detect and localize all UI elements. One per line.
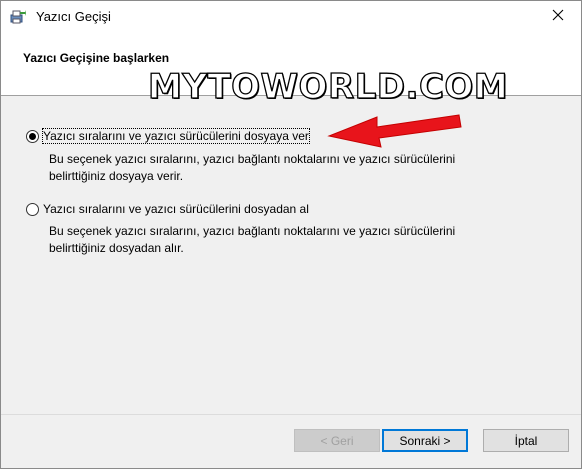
back-button[interactable]: < Geri	[294, 429, 380, 452]
option-export-label[interactable]: Yazıcı sıralarını ve yazıcı sürücülerini…	[42, 128, 310, 144]
radio-export[interactable]	[26, 129, 39, 143]
option-import[interactable]: Yazıcı sıralarını ve yazıcı sürücülerini…	[26, 202, 309, 216]
radio-import[interactable]	[26, 202, 39, 216]
option-export[interactable]: Yazıcı sıralarını ve yazıcı sürücülerini…	[26, 128, 310, 144]
option-import-description: Bu seçenek yazıcı sıralarını, yazıcı bağ…	[49, 223, 519, 257]
printer-migration-icon	[10, 9, 26, 25]
option-export-description: Bu seçenek yazıcı sıralarını, yazıcı bağ…	[49, 151, 519, 185]
next-button[interactable]: Sonraki >	[382, 429, 468, 452]
footer-separator	[1, 414, 581, 415]
description-line: belirttiğiniz dosyaya verir.	[49, 169, 184, 183]
wizard-window: Yazıcı Geçişi Yazıcı Geçişine başlarken …	[0, 0, 582, 469]
description-line: belirttiğiniz dosyadan alır.	[49, 241, 184, 255]
title-bar: Yazıcı Geçişi	[1, 1, 581, 32]
cancel-button[interactable]: İptal	[483, 429, 569, 452]
close-button[interactable]	[535, 1, 581, 32]
red-arrow-icon	[319, 109, 464, 154]
window-title: Yazıcı Geçişi	[36, 9, 111, 24]
page-title: Yazıcı Geçişine başlarken	[23, 51, 170, 65]
option-import-label[interactable]: Yazıcı sıralarını ve yazıcı sürücülerini…	[43, 202, 309, 216]
close-icon	[552, 9, 564, 24]
radio-selected-dot	[29, 132, 36, 140]
description-line: Bu seçenek yazıcı sıralarını, yazıcı bağ…	[49, 224, 456, 238]
watermark-text: MYTOWORLD.COM	[147, 66, 509, 107]
